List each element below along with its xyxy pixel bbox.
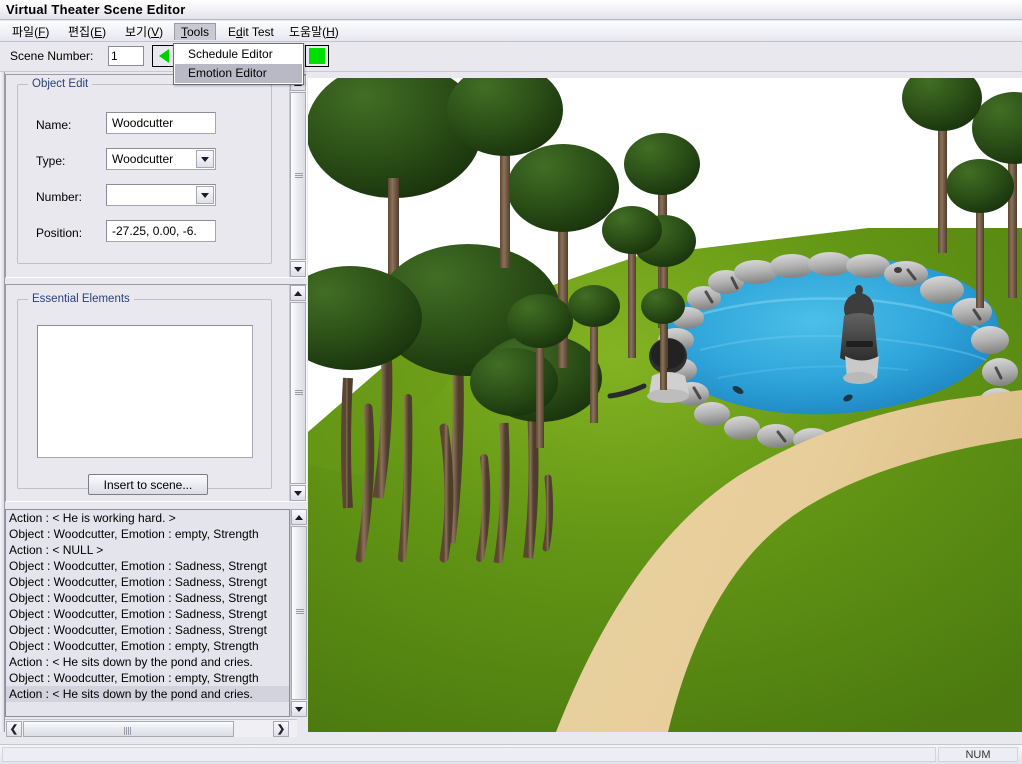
scroll-down-button[interactable] [290, 485, 306, 501]
menu-item-file[interactable]: 파일(F) [6, 23, 55, 40]
number-combobox[interactable] [106, 184, 216, 206]
object-edit-title: Object Edit [28, 78, 93, 90]
insert-to-scene-button[interactable]: Insert to scene... [88, 474, 208, 495]
arrow-left-green-icon [159, 49, 169, 63]
scene-number-label: Scene Number: [10, 49, 94, 63]
green-square-icon [309, 48, 325, 64]
left-pane-hscroll[interactable]: ❮ ❯ [5, 719, 297, 737]
chevron-down-icon [295, 706, 303, 712]
scroll-up-button[interactable] [290, 285, 306, 301]
menu-item-edit-test[interactable]: Edit Test [222, 23, 280, 40]
chevron-up-icon [295, 514, 303, 520]
log-row[interactable]: Object : Woodcutter, Emotion : Sadness, … [6, 590, 289, 606]
type-combobox[interactable]: Woodcutter [106, 148, 216, 170]
log-row[interactable]: Object : Woodcutter, Emotion : empty, St… [6, 670, 289, 686]
essential-elements-section: Essential Elements Insert to scene... [5, 284, 307, 502]
log-row[interactable]: Object : Woodcutter, Emotion : Sadness, … [6, 574, 289, 590]
menu-item-edit[interactable]: 편집(E) [62, 23, 112, 40]
left-panel: Object Edit Name: Woodcutter Type: Woodc… [0, 72, 307, 737]
chevron-down-icon[interactable] [196, 150, 214, 168]
scroll-thumb[interactable] [290, 302, 306, 484]
menu-option-emotion-editor[interactable]: Emotion Editor [175, 64, 302, 83]
scroll-grip-icon [296, 609, 304, 615]
log-row-selected[interactable]: Action : < He sits down by the pond and … [6, 686, 289, 702]
log-row[interactable]: Object : Woodcutter, Emotion : Sadness, … [6, 606, 289, 622]
position-label: Position: [36, 226, 83, 240]
object-edit-vscroll[interactable] [289, 75, 306, 277]
chevron-down-icon[interactable] [196, 186, 214, 204]
log-row[interactable]: Object : Woodcutter, Emotion : empty, St… [6, 526, 289, 542]
log-row[interactable]: Object : Woodcutter, Emotion : empty, St… [6, 638, 289, 654]
scene-number-input[interactable] [108, 46, 144, 66]
scroll-down-button[interactable] [291, 701, 307, 717]
status-badge-num: NUM [938, 747, 1018, 762]
menu-option-schedule-editor[interactable]: Schedule Editor [175, 45, 302, 64]
scene-status-indicator-button[interactable] [305, 45, 329, 67]
status-bar: NUM [0, 744, 1022, 764]
hscroll-thumb[interactable] [23, 721, 234, 737]
menu-bar: 파일(F) 편집(E) 보기(V) Tools Edit Test 도움말(H) [0, 21, 1022, 42]
insert-to-scene-label: Insert to scene... [103, 477, 193, 492]
scroll-thumb[interactable] [290, 92, 306, 260]
3d-scene-viewport[interactable] [308, 78, 1022, 732]
window-title: Virtual Theater Scene Editor [6, 2, 186, 17]
chevron-down-icon [294, 266, 302, 272]
status-message [2, 747, 936, 762]
log-row[interactable]: Action : < NULL > [6, 542, 289, 558]
tools-dropdown-menu: Schedule Editor Emotion Editor [173, 43, 304, 85]
scroll-grip-icon [124, 727, 131, 735]
scroll-up-button[interactable] [291, 509, 307, 525]
menu-item-view[interactable]: 보기(V) [119, 23, 169, 40]
chevron-up-icon [294, 290, 302, 296]
chevron-down-icon [294, 490, 302, 496]
menu-item-help[interactable]: 도움말(H) [283, 23, 345, 40]
essential-elements-vscroll[interactable] [289, 285, 306, 501]
log-row[interactable]: Object : Woodcutter, Emotion : Sadness, … [6, 558, 289, 574]
menu-item-tools[interactable]: Tools [174, 23, 217, 40]
essential-elements-groupbox: Essential Elements Insert to scene... [17, 293, 272, 495]
scroll-right-button[interactable]: ❯ [273, 721, 289, 737]
type-combobox-value: Woodcutter [112, 152, 174, 166]
scroll-thumb[interactable] [291, 526, 307, 700]
title-bar: Virtual Theater Scene Editor [0, 0, 1022, 20]
object-edit-groupbox: Object Edit Name: Woodcutter Type: Woodc… [17, 78, 272, 264]
scroll-left-button[interactable]: ❮ [6, 721, 22, 737]
toolbar: Scene Number: [0, 42, 1022, 72]
log-vscroll[interactable] [290, 509, 307, 717]
scroll-grip-icon [295, 390, 303, 396]
scene-render [308, 78, 1022, 732]
log-row[interactable]: Object : Woodcutter, Emotion : Sadness, … [6, 622, 289, 638]
type-label: Type: [36, 154, 66, 168]
essential-elements-title: Essential Elements [28, 293, 134, 305]
essential-elements-list[interactable] [37, 325, 253, 458]
object-edit-section: Object Edit Name: Woodcutter Type: Woodc… [5, 74, 307, 278]
action-log-list[interactable]: Action : < He is working hard. > Object … [5, 509, 290, 717]
application-window: Virtual Theater Scene Editor 파일(F) 편집(E)… [0, 0, 1022, 764]
position-field[interactable]: -27.25, 0.00, -6. [106, 220, 216, 242]
log-row[interactable]: Action : < He sits down by the pond and … [6, 654, 289, 670]
log-row[interactable]: Action : < He is working hard. > [6, 510, 289, 526]
name-label: Name: [36, 118, 72, 132]
number-label: Number: [36, 190, 83, 204]
scroll-down-button[interactable] [290, 261, 306, 277]
scroll-grip-icon [295, 173, 303, 179]
name-field[interactable]: Woodcutter [106, 112, 216, 134]
